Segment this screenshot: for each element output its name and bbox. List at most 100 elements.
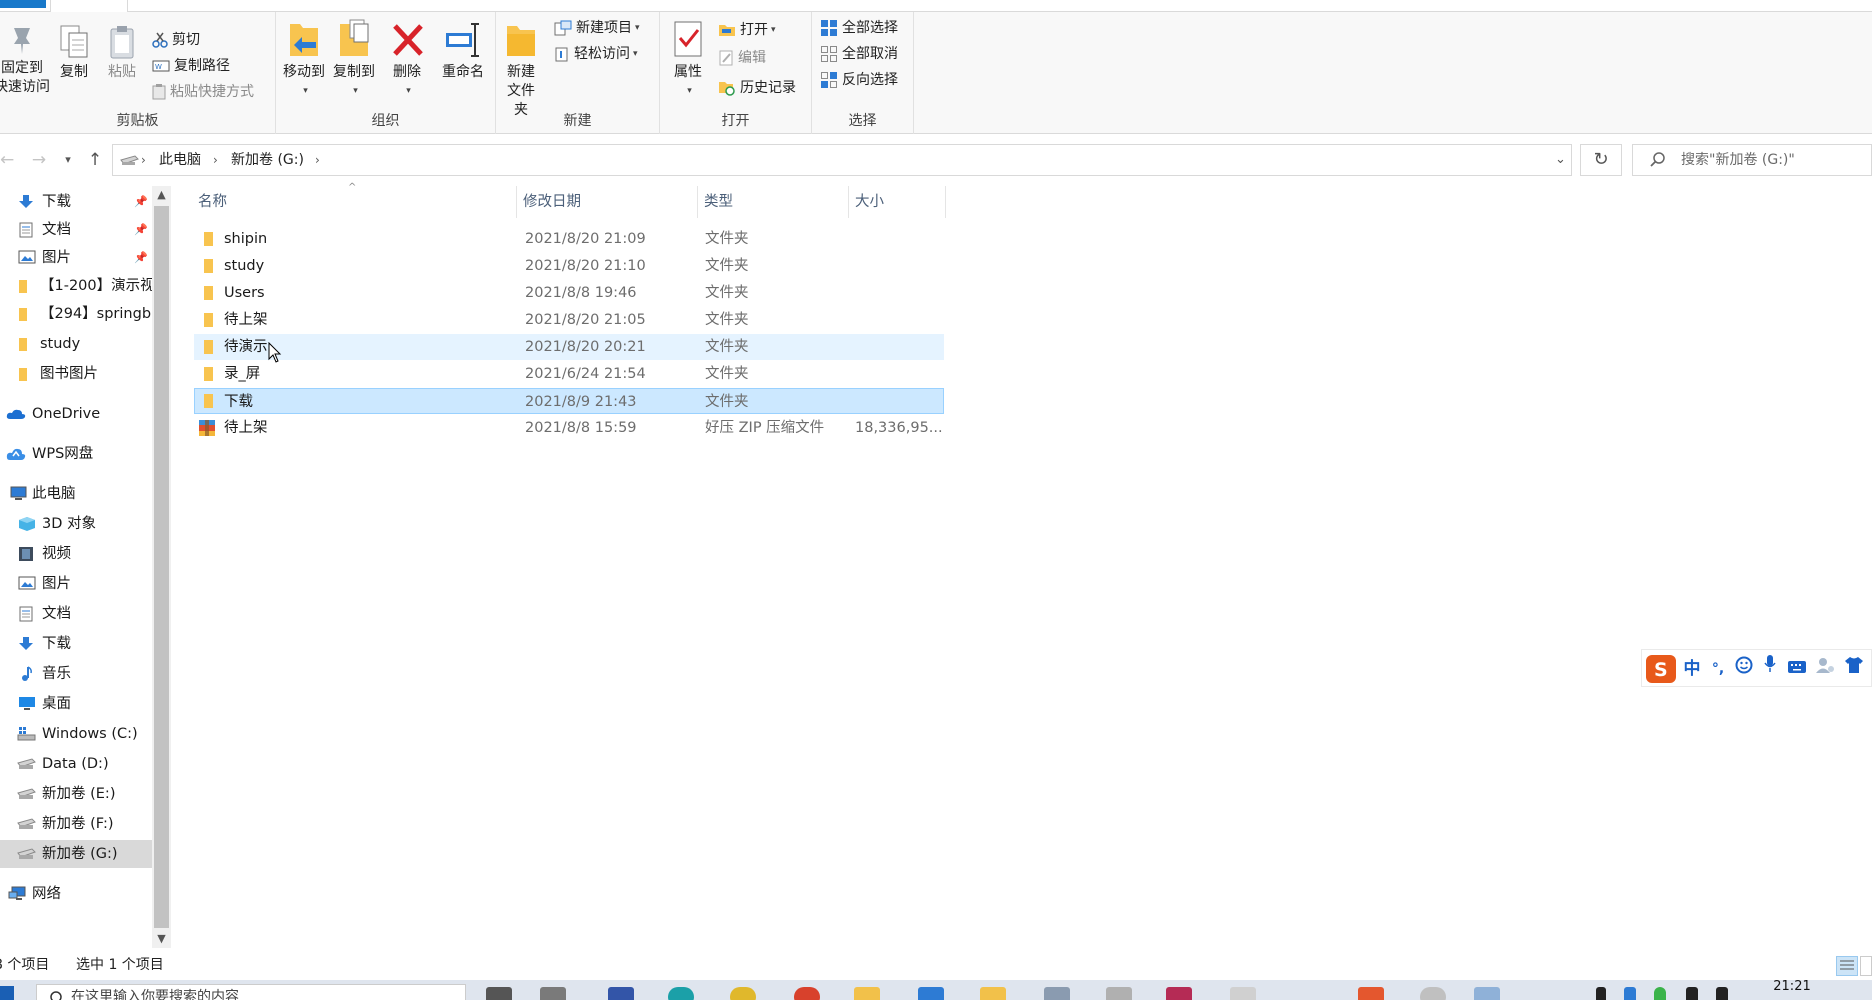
taskbar-search-box[interactable]: 在这里输入你要搜索的内容 (36, 984, 466, 1000)
tray-icon[interactable] (1596, 987, 1606, 1000)
file-row[interactable]: 待上架 2021/8/20 21:05 文件夹 (194, 307, 944, 333)
new-folder-button[interactable]: 新建 文件夹 (504, 18, 538, 120)
tshirt-skin-icon[interactable] (1840, 654, 1868, 684)
keyboard-icon[interactable] (1784, 654, 1810, 684)
address-dropdown-chevron-icon[interactable]: ⌄ (1555, 145, 1566, 175)
file-row[interactable]: 待演示 2021/8/20 20:21 文件夹 (194, 334, 944, 363)
nav-item-network[interactable]: 网络 (0, 880, 152, 908)
nav-item-wps[interactable]: WPS网盘 (0, 440, 152, 468)
search-input[interactable] (1681, 145, 1871, 175)
nav-item-folder[interactable]: 【1-200】演示视 (0, 272, 152, 300)
app-icon[interactable] (1106, 987, 1132, 1000)
nav-item-downloads[interactable]: 下载 📌 (0, 188, 152, 216)
nav-item-folder[interactable]: 【294】springb (0, 300, 152, 328)
nav-item-desktop[interactable]: 桌面 (0, 690, 152, 718)
app-icon[interactable] (608, 987, 634, 1000)
column-header-date[interactable]: 修改日期 (517, 186, 697, 218)
breadcrumb-current-drive[interactable]: 新加卷 (G:) (231, 145, 304, 175)
file-row[interactable]: study 2021/8/20 21:10 文件夹 (194, 253, 944, 279)
app-icon[interactable] (794, 987, 820, 1000)
file-tab[interactable] (0, 0, 46, 8)
file-row[interactable]: shipin 2021/8/20 21:09 文件夹 (194, 226, 944, 252)
file-row-selected[interactable]: 下载 2021/8/9 21:43 文件夹 (194, 388, 944, 414)
large-icons-view-icon[interactable] (1860, 956, 1872, 976)
copy-path-button[interactable]: W 复制路径 (152, 54, 230, 78)
address-bar[interactable]: › 此电脑 › 新加卷 (G:) › ⌄ (112, 144, 1572, 176)
file-row[interactable]: 录_屏 2021/6/24 21:54 文件夹 (194, 361, 944, 387)
nav-item-drive-e[interactable]: 新加卷 (E:) (0, 780, 152, 808)
app-icon[interactable] (1044, 987, 1070, 1000)
move-to-button[interactable]: 移动到 ▾ (282, 18, 326, 102)
nav-item-drive-g[interactable]: 新加卷 (G:) (0, 840, 152, 868)
copy-button[interactable]: 复制 (54, 24, 94, 82)
new-item-button[interactable]: 新建项目 ▾ (554, 16, 640, 40)
file-row[interactable]: 待上架 2021/8/8 15:59 好压 ZIP 压缩文件 18,336,95… (194, 415, 944, 441)
nav-item-downloads[interactable]: 下载 (0, 630, 152, 658)
column-divider[interactable] (945, 186, 946, 218)
ime-punctuation-toggle[interactable]: °, (1706, 654, 1730, 684)
nav-item-pictures[interactable]: 图片 📌 (0, 244, 152, 272)
select-all-button[interactable]: 全部选择 (820, 16, 898, 40)
nav-item-this-pc[interactable]: 此电脑 (0, 480, 152, 508)
task-view-icon[interactable] (486, 987, 512, 1000)
scrollbar-thumb[interactable] (154, 206, 169, 928)
app-icon[interactable] (918, 987, 944, 1000)
taskbar-clock[interactable]: 21:21 (1760, 980, 1824, 994)
tray-icon[interactable] (1420, 987, 1446, 1000)
edge-browser-icon[interactable] (668, 987, 694, 1000)
pin-quick-access-button[interactable]: 固定到 快速访问 (0, 24, 50, 97)
user-skin-icon[interactable] (1812, 654, 1838, 684)
properties-button[interactable]: 属性 ▾ (670, 18, 706, 102)
cut-button[interactable]: 剪切 (152, 28, 200, 52)
sogou-tray-icon[interactable] (1358, 987, 1384, 1000)
nav-item-drive-d[interactable]: Data (D:) (0, 750, 152, 778)
details-view-icon[interactable] (1836, 956, 1858, 976)
breadcrumb-chevron-icon[interactable]: › (213, 145, 218, 175)
scroll-up-arrow-icon[interactable]: ▲ (152, 186, 171, 204)
app-icon[interactable] (540, 987, 566, 1000)
file-explorer-icon[interactable] (854, 987, 880, 1000)
breadcrumb-chevron-icon[interactable]: › (141, 145, 146, 175)
tray-icon[interactable] (1716, 987, 1728, 1000)
file-row[interactable]: Users 2021/8/8 19:46 文件夹 (194, 280, 944, 306)
smiley-icon[interactable] (1732, 654, 1756, 684)
nav-item-documents[interactable]: 文档 (0, 600, 152, 628)
app-icon[interactable] (1230, 987, 1256, 1000)
select-none-button[interactable]: 全部取消 (820, 42, 898, 66)
weather-icon[interactable] (1474, 987, 1500, 1000)
tray-icon[interactable] (1654, 987, 1666, 1000)
scroll-down-arrow-icon[interactable]: ▼ (152, 930, 171, 948)
column-header-type[interactable]: 类型 (698, 186, 848, 218)
open-button[interactable]: 打开 ▾ (718, 18, 776, 42)
jetbrains-icon[interactable] (1166, 987, 1192, 1000)
sogou-logo-icon[interactable]: S (1644, 654, 1678, 684)
recent-locations-chevron-icon[interactable]: ▾ (56, 143, 80, 177)
nav-item-documents[interactable]: 文档 📌 (0, 216, 152, 244)
nav-item-folder[interactable]: 图书图片 (0, 360, 152, 388)
paste-shortcut-button[interactable]: 粘贴快捷方式 (152, 80, 254, 104)
nav-item-drive-c[interactable]: Windows (C:) (0, 720, 152, 748)
search-box[interactable] (1632, 144, 1872, 176)
nav-item-music[interactable]: 音乐 (0, 660, 152, 688)
delete-button[interactable]: 删除 ▾ (390, 18, 424, 102)
breadcrumb-this-pc[interactable]: 此电脑 (159, 145, 201, 175)
nav-item-folder[interactable]: study (0, 330, 152, 358)
nav-item-videos[interactable]: 视频 (0, 540, 152, 568)
column-header-size[interactable]: 大小 (849, 186, 945, 218)
invert-selection-button[interactable]: 反向选择 (820, 68, 898, 92)
windows-start-icon[interactable] (0, 986, 14, 1000)
nav-pane-scrollbar[interactable]: ▲ ▼ (152, 186, 171, 948)
history-button[interactable]: 历史记录 (718, 76, 796, 100)
ime-toolbar[interactable]: S 中 °, (1641, 649, 1872, 687)
refresh-button[interactable]: ↻ (1580, 144, 1622, 176)
chrome-browser-icon[interactable] (730, 987, 756, 1000)
nav-item-pictures[interactable]: 图片 (0, 570, 152, 598)
breadcrumb-chevron-icon[interactable]: › (315, 145, 320, 175)
edit-button[interactable]: 编辑 (718, 46, 766, 70)
copy-to-button[interactable]: 复制到 ▾ (332, 18, 376, 102)
folder-icon[interactable] (980, 987, 1006, 1000)
easy-access-button[interactable]: 轻松访问 ▾ (554, 42, 638, 66)
forward-arrow-icon[interactable]: → (26, 143, 52, 177)
nav-item-3d-objects[interactable]: 3D 对象 (0, 510, 152, 538)
back-arrow-icon[interactable]: ← (0, 143, 14, 177)
